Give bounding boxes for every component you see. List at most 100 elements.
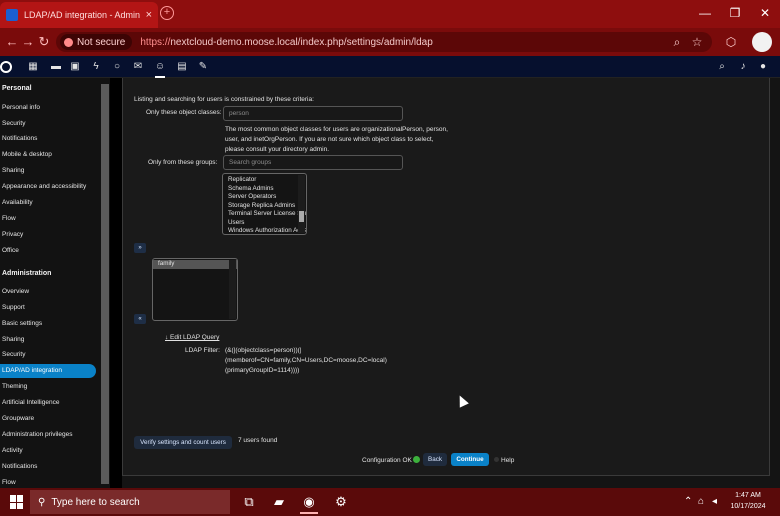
zoom-icon[interactable]: ⌕ [668, 33, 686, 51]
sidebar-item-admin-notifications[interactable]: Notifications [0, 460, 96, 474]
taskbar-clock[interactable]: 1:47 AM 10/17/2024 [728, 490, 768, 512]
sidebar-item-groupware[interactable]: Groupware [0, 412, 96, 426]
notes-icon[interactable]: ✎ [196, 60, 210, 74]
windows-start-icon[interactable] [10, 495, 24, 509]
chrome-icon[interactable]: ◉ [296, 491, 322, 514]
unified-search-icon[interactable]: ⌕ [715, 60, 729, 74]
mail-icon[interactable]: ✉ [131, 60, 145, 74]
sidebar-item-flow[interactable]: Flow [0, 212, 96, 226]
configuration-ok-text: Configuration OK [362, 457, 412, 464]
tray-chevron-up-icon[interactable]: ⌃ [684, 496, 692, 507]
add-group-arrow-button[interactable]: » [134, 243, 146, 253]
group-option[interactable]: Storage Replica Admins [223, 202, 306, 211]
tab-title: LDAP/AD integration - Admin [24, 10, 141, 20]
close-window-button[interactable]: ✕ [750, 0, 780, 28]
new-tab-button[interactable]: + [160, 6, 174, 20]
back-arrow-icon[interactable]: ← [4, 34, 20, 50]
bookmark-star-icon[interactable]: ☆ [688, 33, 706, 51]
ldap-filter-line-2: (memberof=CN=family,CN=Users,DC=moose,DC… [225, 357, 387, 364]
object-classes-select[interactable]: person [223, 106, 403, 121]
ldap-users-panel: Listing and searching for users is const… [122, 78, 770, 476]
url-text: https://nextcloud-demo.moose.local/index… [140, 37, 432, 48]
url-path: nextcloud-demo.moose.local/index.php/set… [170, 36, 433, 48]
sidebar-item-personal-info[interactable]: Personal info [0, 101, 96, 115]
group-option[interactable]: Replicator [223, 176, 306, 185]
remove-group-arrow-button[interactable]: « [134, 314, 146, 324]
sidebar-item-overview[interactable]: Overview [0, 285, 96, 299]
task-view-icon[interactable]: ⧉ [236, 491, 262, 513]
group-option[interactable]: Schema Admins [223, 185, 306, 194]
sidebar-item-availability[interactable]: Availability [0, 196, 96, 210]
continue-button[interactable]: Continue [451, 453, 489, 466]
sidebar-item-sharing[interactable]: Sharing [0, 164, 96, 178]
sidebar-item-theming[interactable]: Theming [0, 380, 96, 394]
notifications-bell-icon[interactable]: ♪ [736, 60, 750, 74]
sidebar-item-security[interactable]: Security [0, 117, 96, 131]
taskbar-search-box[interactable]: ⚲ Type here to search [30, 490, 230, 514]
reload-icon[interactable]: ↻ [36, 34, 52, 50]
sidebar-item-basic-settings[interactable]: Basic settings [0, 317, 96, 331]
sidebar-item-support[interactable]: Support [0, 301, 96, 315]
sidebar-item-notifications[interactable]: Notifications [0, 132, 96, 146]
minimize-button[interactable]: — [690, 0, 720, 28]
user-menu-icon[interactable]: ● [756, 60, 770, 74]
back-button[interactable]: Back [423, 453, 447, 466]
ldap-filter-label: LDAP Filter: [185, 347, 220, 354]
group-option[interactable]: Windows Authorization Access Group [223, 227, 306, 236]
ldap-filter-line-1: (&(|(objectclass=person))(| [225, 347, 302, 354]
settings-gear-icon[interactable]: ⚙ [328, 491, 354, 513]
network-icon[interactable]: ⌂ [698, 496, 704, 507]
sidebar-item-admin-privileges[interactable]: Administration privileges [0, 428, 96, 442]
sidebar-item-activity[interactable]: Activity [0, 444, 96, 458]
search-icon: ⚲ [38, 496, 46, 508]
verify-settings-button[interactable]: Verify settings and count users [134, 436, 232, 449]
group-option[interactable]: Server Operators [223, 193, 306, 202]
sidebar-item-ai[interactable]: Artificial Intelligence [0, 396, 96, 410]
administration-section-title: Administration [2, 270, 52, 277]
selected-groups-list[interactable]: family [152, 258, 238, 321]
help-icon [494, 457, 499, 462]
group-search-input[interactable]: Search groups [223, 155, 403, 170]
restore-button[interactable]: ❐ [720, 0, 750, 28]
group-option[interactable]: Users [223, 219, 306, 228]
sidebar-item-admin-flow[interactable]: Flow [0, 476, 96, 488]
files-icon[interactable]: ▬ [49, 60, 63, 74]
available-groups-list[interactable]: Replicator Schema Admins Server Operator… [222, 173, 307, 235]
url-scheme: https:// [140, 36, 171, 48]
object-class-hint-3: please consult your directory admin. [225, 146, 330, 153]
sidebar-item-appearance[interactable]: Appearance and accessibility [0, 180, 96, 194]
volume-icon[interactable]: ◂ [712, 496, 717, 507]
selected-group-option[interactable]: family [153, 260, 237, 269]
group-option[interactable]: Terminal Server License Servers [223, 210, 306, 219]
sidebar-item-office[interactable]: Office [0, 244, 96, 258]
browser-tab[interactable]: LDAP/AD integration - Admin × [0, 2, 158, 28]
extension-icon[interactable]: ⬡ [722, 33, 740, 51]
sidebar-item-ldap[interactable]: LDAP/AD integration [0, 364, 96, 378]
address-bar[interactable]: Not secure https://nextcloud-demo.moose.… [56, 32, 712, 52]
nextcloud-logo-icon[interactable] [0, 61, 12, 73]
sidebar-item-admin-sharing[interactable]: Sharing [0, 333, 96, 347]
not-secure-badge[interactable]: Not secure [60, 34, 133, 50]
clock-time: 1:47 AM [735, 492, 761, 499]
selected-list-scrollbar[interactable] [229, 260, 236, 319]
search-app-icon[interactable]: ○ [110, 60, 124, 74]
forward-arrow-icon[interactable]: → [20, 34, 36, 50]
dashboard-icon[interactable]: ▦ [26, 60, 40, 74]
sidebar-item-privacy[interactable]: Privacy [0, 228, 96, 242]
scrollbar-thumb[interactable] [299, 211, 304, 222]
activity-icon[interactable]: ϟ [89, 60, 103, 74]
sidebar-item-admin-security[interactable]: Security [0, 348, 96, 362]
sidebar-item-mobile-desktop[interactable]: Mobile & desktop [0, 148, 96, 162]
edit-ldap-query-link[interactable]: ↓ Edit LDAP Query [165, 334, 219, 341]
main-content: Listing and searching for users is const… [122, 78, 780, 488]
groups-list-scrollbar[interactable] [298, 175, 305, 233]
photos-icon[interactable]: ▣ [68, 60, 82, 74]
ldap-filter-line-3: (primaryGroupID=1114)))) [225, 367, 300, 374]
contacts-icon[interactable]: ☺ [153, 60, 167, 78]
sidebar-scrollbar[interactable] [101, 84, 109, 484]
file-explorer-icon[interactable]: ▰ [266, 491, 292, 513]
profile-avatar[interactable] [752, 32, 772, 52]
tab-close-icon[interactable]: × [146, 9, 152, 21]
calendar-icon[interactable]: ▤ [175, 60, 189, 74]
help-link[interactable]: Help [501, 457, 514, 464]
